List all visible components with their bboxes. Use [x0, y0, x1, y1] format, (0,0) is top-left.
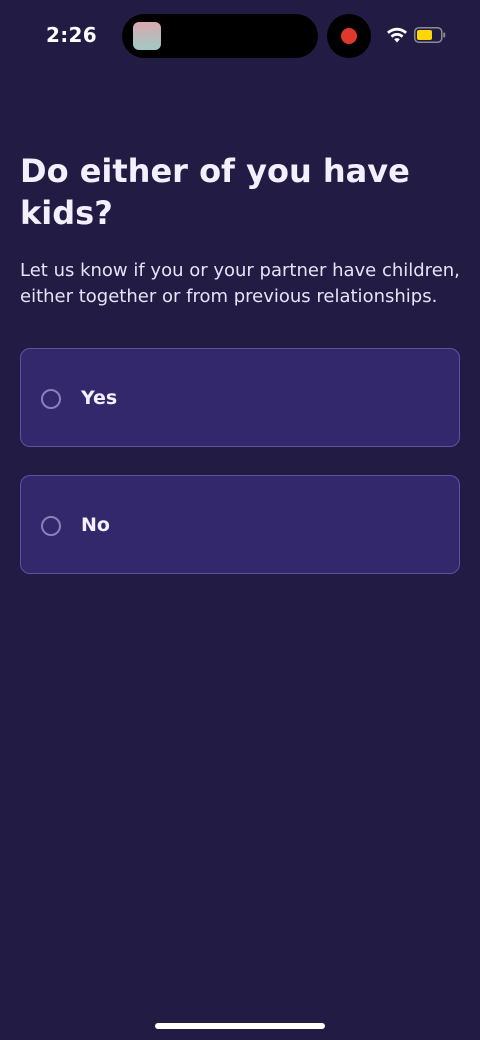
app-thumbnail-icon — [133, 22, 161, 50]
question-subtitle: Let us know if you or your partner have … — [20, 260, 460, 307]
status-time: 2:26 — [46, 23, 97, 47]
record-icon — [341, 28, 357, 44]
home-indicator[interactable] — [155, 1023, 325, 1029]
answer-options: Yes No — [20, 348, 460, 602]
option-yes[interactable]: Yes — [20, 348, 460, 447]
radio-unchecked-icon[interactable] — [41, 389, 61, 409]
screen-recording-indicator — [327, 14, 371, 58]
dynamic-island — [122, 14, 318, 58]
status-bar: 2:26 — [0, 0, 480, 72]
option-no[interactable]: No — [20, 475, 460, 574]
option-label: Yes — [81, 387, 118, 409]
wifi-icon — [387, 27, 407, 43]
radio-unchecked-icon[interactable] — [41, 516, 61, 536]
option-label: No — [81, 514, 110, 536]
question-title: Do either of you have kids? — [20, 152, 410, 232]
battery-icon — [414, 27, 446, 43]
